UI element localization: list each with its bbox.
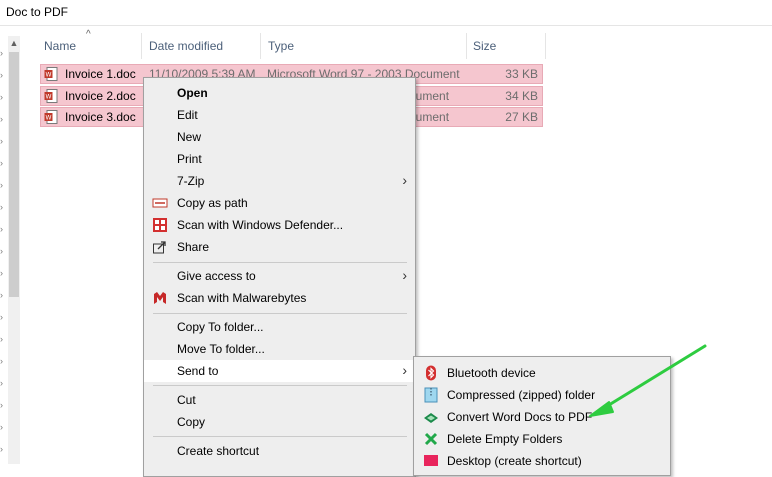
annotation-arrow-icon	[589, 344, 707, 417]
